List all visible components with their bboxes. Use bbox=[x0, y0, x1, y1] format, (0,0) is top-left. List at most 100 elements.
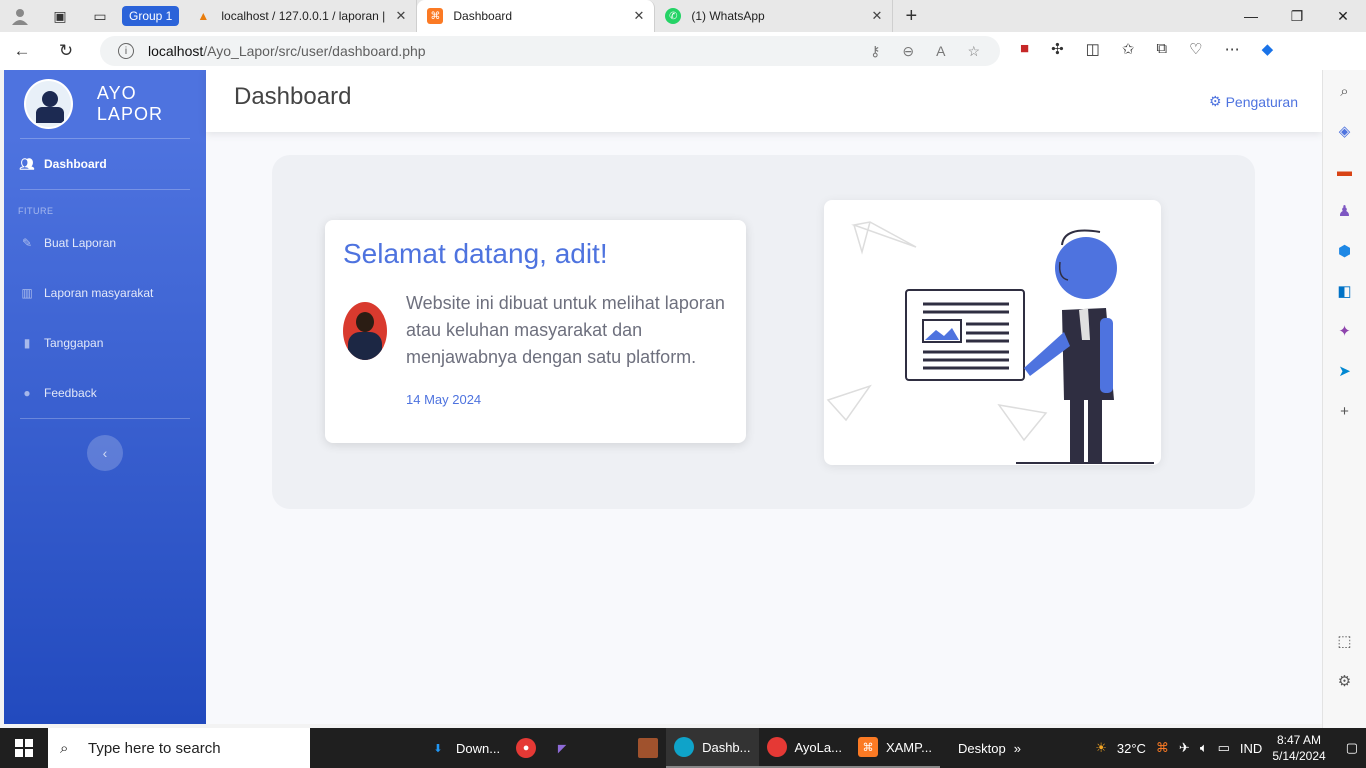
refresh-icon[interactable]: ↻ bbox=[44, 41, 88, 61]
extensions-puzzle-icon[interactable]: ✣ bbox=[1051, 40, 1064, 58]
notifications-icon[interactable]: ▢ bbox=[1346, 740, 1358, 756]
tab-label: (1) WhatsApp bbox=[691, 9, 765, 23]
key-icon[interactable]: ⚷ bbox=[870, 43, 880, 60]
desktop-label: Desktop bbox=[957, 740, 1006, 756]
m365-icon[interactable]: ⬢ bbox=[1336, 242, 1354, 260]
battery-icon[interactable]: ▭ bbox=[1218, 740, 1230, 756]
new-tab-button[interactable]: + bbox=[893, 5, 929, 28]
language-indicator[interactable]: IND bbox=[1240, 741, 1262, 756]
close-icon[interactable]: ✕ bbox=[871, 8, 882, 24]
clock-date: 5/14/2024 bbox=[1272, 749, 1326, 763]
weather-icon[interactable]: ☀ bbox=[1095, 740, 1107, 756]
temperature[interactable]: 32°C bbox=[1117, 741, 1146, 756]
screenshot-icon[interactable]: ⬚ bbox=[1336, 632, 1354, 650]
sidebar-item-tanggapan[interactable]: ▮ Tanggapan bbox=[4, 318, 206, 368]
restore-icon[interactable]: ❐ bbox=[1274, 0, 1320, 32]
windows-start-icon[interactable] bbox=[0, 739, 48, 757]
book-icon: ▥ bbox=[21, 286, 33, 300]
extension-icon[interactable]: ■ bbox=[1020, 40, 1029, 58]
edge-icon bbox=[674, 737, 695, 757]
download-icon: ⬇ bbox=[433, 742, 443, 755]
zoom-out-icon[interactable]: ⊖ bbox=[902, 43, 914, 60]
xampp-tray-icon[interactable]: ⌘ bbox=[1156, 740, 1169, 756]
site-info-icon[interactable]: i bbox=[118, 43, 134, 59]
tab-group-chip[interactable]: Group 1 bbox=[122, 6, 180, 26]
url-field[interactable]: i localhost/Ayo_Lapor/src/user/dashboard… bbox=[100, 36, 1000, 66]
tab-label: Dashboard bbox=[453, 9, 513, 23]
designer-icon[interactable]: ✦ bbox=[1336, 322, 1354, 340]
games-icon[interactable]: ♟ bbox=[1336, 202, 1354, 220]
tools-icon[interactable]: ▬ bbox=[1336, 162, 1354, 180]
minimize-icon[interactable]: — bbox=[1228, 0, 1274, 32]
collections-icon[interactable]: ⧉ bbox=[1156, 40, 1167, 58]
whatsapp-icon: ✆ bbox=[665, 8, 682, 24]
sidebar-item-label: Feedback bbox=[44, 386, 97, 400]
users-icon: 👥︎ bbox=[19, 157, 35, 171]
outlook-icon[interactable]: ◧ bbox=[1336, 282, 1354, 300]
shopping-tag-icon[interactable]: ◈ bbox=[1336, 122, 1354, 140]
sidebar-item-dashboard[interactable]: 👥︎ Dashboard bbox=[4, 139, 206, 189]
taskbar-item-edge[interactable]: Dashb... bbox=[666, 728, 759, 768]
sidebar-settings-icon[interactable]: ⚙ bbox=[1336, 672, 1354, 690]
page-viewport: AYO LAPOR 👥︎ Dashboard FITURE ✎ Buat Lap… bbox=[4, 70, 1322, 724]
volume-icon[interactable]: 🔈︎ bbox=[1200, 740, 1208, 756]
divider bbox=[20, 418, 190, 419]
drop-icon[interactable]: ➤ bbox=[1336, 362, 1354, 380]
taskbar-item-chrome[interactable]: ● bbox=[508, 728, 544, 768]
read-aloud-icon[interactable]: A bbox=[936, 43, 945, 60]
settings-link[interactable]: ⚙ Pengaturan bbox=[1209, 93, 1298, 110]
user-avatar bbox=[343, 302, 387, 360]
gear-icon: ⚙ bbox=[1209, 93, 1222, 109]
browser-essentials-icon[interactable]: ♡ bbox=[1189, 40, 1202, 58]
clock[interactable]: 8:47 AM 5/14/2024 bbox=[1272, 732, 1325, 764]
tab-actions-icon[interactable]: ▭ bbox=[80, 0, 120, 32]
xampp-icon: ⌘ bbox=[427, 8, 444, 24]
add-sidebar-app-icon[interactable]: + bbox=[1336, 402, 1354, 420]
close-icon[interactable]: ✕ bbox=[395, 8, 406, 24]
edit-icon: ✎ bbox=[21, 236, 33, 250]
welcome-card: Selamat datang, adit! Website ini dibuat… bbox=[325, 220, 746, 443]
favorite-star-icon[interactable]: ☆ bbox=[967, 43, 980, 60]
profile-icon[interactable] bbox=[0, 0, 40, 32]
settings-label: Pengaturan bbox=[1225, 93, 1298, 110]
illustration-card bbox=[824, 200, 1161, 465]
network-icon[interactable]: ✈ bbox=[1179, 740, 1190, 756]
url-tools: ⚷ ⊖ A ☆ bbox=[870, 43, 980, 60]
search-icon[interactable]: ⌕ bbox=[1336, 82, 1354, 100]
search-icon: ⌕ bbox=[60, 739, 69, 757]
taskbar-item-visual-studio[interactable]: ◤ bbox=[544, 728, 580, 768]
sidebar-toggle-button[interactable]: ‹ bbox=[87, 435, 123, 471]
favorites-icon[interactable]: ✩ bbox=[1122, 40, 1135, 58]
topbar: Dashboard ⚙ Pengaturan bbox=[206, 70, 1322, 132]
windows-taskbar: ⌕ Type here to search ⬇ Down... ● ◤ Dash… bbox=[0, 728, 1366, 768]
taskbar-item-xampp[interactable]: ⌘ XAMP... bbox=[849, 728, 940, 768]
chevron-left-icon: ‹ bbox=[102, 445, 108, 461]
workspaces-icon[interactable]: ▣ bbox=[40, 0, 80, 32]
illustration-image bbox=[826, 221, 1154, 464]
clock-time: 8:47 AM bbox=[1276, 733, 1322, 747]
more-menu-icon[interactable]: ⋯ bbox=[1225, 40, 1240, 58]
taskbar-item-download[interactable]: ⬇ Down... bbox=[420, 728, 508, 768]
close-window-icon[interactable]: ✕ bbox=[1320, 0, 1366, 32]
sidebar-item-buat-laporan[interactable]: ✎ Buat Laporan bbox=[4, 218, 206, 268]
sidebar-brand[interactable]: AYO LAPOR bbox=[4, 70, 206, 138]
back-icon[interactable]: ← bbox=[0, 41, 44, 61]
close-icon[interactable]: ✕ bbox=[633, 8, 644, 24]
xampp-icon: ⌘ bbox=[857, 737, 878, 757]
taskbar-item-chrome-ayolapor[interactable]: AyoLa... bbox=[758, 728, 850, 768]
taskbar-item-label: AyoLa... bbox=[794, 739, 842, 755]
tab-dashboard[interactable]: ⌘ Dashboard ✕ bbox=[417, 0, 656, 32]
taskbar-search-input[interactable]: ⌕ Type here to search bbox=[48, 728, 310, 768]
sidebar-section-heading: FITURE bbox=[18, 206, 54, 216]
welcome-date: 14 May 2024 bbox=[406, 392, 482, 407]
taskbar-item-app[interactable] bbox=[630, 728, 666, 768]
sidebar-item-laporan-masyarakat[interactable]: ▥ Laporan masyarakat bbox=[4, 268, 206, 318]
taskbar-desktop-toolbar[interactable]: Desktop » bbox=[950, 728, 1029, 768]
tab-phpmyadmin[interactable]: ▲ localhost / 127.0.0.1 / laporan | ph ✕ bbox=[185, 0, 418, 32]
chevron-double-right-icon: » bbox=[1013, 740, 1021, 756]
split-screen-icon[interactable]: ◫ bbox=[1086, 40, 1100, 58]
taskbar-item-label: Dashb... bbox=[702, 739, 751, 755]
tab-whatsapp[interactable]: ✆ (1) WhatsApp ✕ bbox=[655, 0, 894, 32]
copilot-icon[interactable]: ◆ bbox=[1262, 40, 1274, 58]
sidebar-item-feedback[interactable]: ● Feedback bbox=[4, 368, 206, 418]
